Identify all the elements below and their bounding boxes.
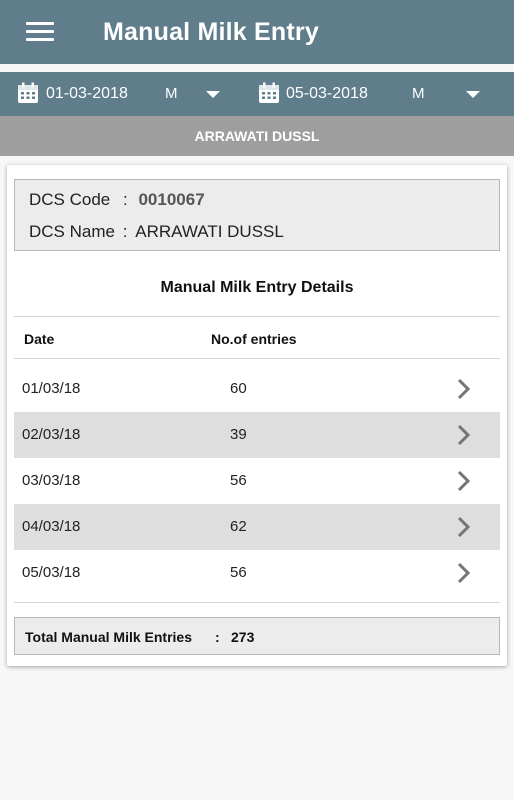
divider: [14, 316, 500, 317]
row-entries: 62: [230, 518, 247, 535]
from-date[interactable]: 01-03-2018: [46, 85, 128, 103]
chevron-right-icon[interactable]: [454, 561, 474, 585]
table-row[interactable]: 01/03/18 60: [14, 366, 500, 412]
row-date: 01/03/18: [22, 380, 81, 397]
chevron-right-icon[interactable]: [454, 377, 474, 401]
menu-icon[interactable]: [26, 22, 54, 42]
row-date: 02/03/18: [22, 426, 81, 443]
row-entries: 56: [230, 564, 247, 581]
total-value: 273: [231, 629, 255, 645]
divider: [14, 602, 500, 603]
table-row[interactable]: 04/03/18 62: [14, 504, 500, 550]
date-filter-bar: 01-03-2018 M 05-03-2018 M: [0, 72, 514, 116]
from-shift-select[interactable]: M: [165, 85, 178, 102]
chevron-right-icon[interactable]: [454, 423, 474, 447]
app-bar: Manual Milk Entry: [0, 0, 514, 64]
row-entries: 56: [230, 472, 247, 489]
dcs-info-box: DCS Code : 0010067 DCS Name : ARRAWATI D…: [14, 179, 500, 251]
dcs-name-label: DCS Name: [29, 222, 115, 241]
dcs-name-value: ARRAWATI DUSSL: [135, 222, 284, 241]
table-row[interactable]: 05/03/18 56: [14, 550, 500, 596]
dcs-name-row: DCS Name : ARRAWATI DUSSL: [29, 222, 284, 242]
details-title: Manual Milk Entry Details: [160, 279, 354, 296]
row-date: 05/03/18: [22, 564, 81, 581]
calendar-icon[interactable]: [17, 82, 39, 104]
chevron-down-icon[interactable]: [206, 91, 220, 98]
chevron-right-icon[interactable]: [454, 515, 474, 539]
row-date: 04/03/18: [22, 518, 81, 535]
row-date: 03/03/18: [22, 472, 81, 489]
dcs-code-row: DCS Code : 0010067: [29, 190, 205, 210]
row-entries: 39: [230, 426, 247, 443]
total-separator: :: [215, 629, 220, 645]
column-header-entries: No.of entries: [211, 331, 297, 347]
table-row[interactable]: 02/03/18 39: [14, 412, 500, 458]
column-header-date: Date: [24, 331, 55, 347]
total-box: Total Manual Milk Entries : 273: [14, 617, 500, 655]
dcs-code-value: 0010067: [138, 190, 205, 209]
dcs-code-separator: :: [123, 190, 128, 209]
society-name-bar: ARRAWATI DUSSL: [0, 116, 514, 156]
chevron-right-icon[interactable]: [454, 469, 474, 493]
details-card: DCS Code : 0010067 DCS Name : ARRAWATI D…: [7, 165, 507, 666]
chevron-down-icon[interactable]: [466, 91, 480, 98]
to-shift-select[interactable]: M: [412, 85, 425, 102]
table-row[interactable]: 03/03/18 56: [14, 458, 500, 504]
dcs-code-label: DCS Code: [29, 190, 111, 209]
page-title: Manual Milk Entry: [103, 18, 319, 46]
dcs-name-separator: :: [122, 222, 128, 241]
total-label: Total Manual Milk Entries: [25, 629, 192, 645]
to-date[interactable]: 05-03-2018: [286, 85, 368, 103]
row-entries: 60: [230, 380, 247, 397]
divider: [14, 358, 500, 359]
calendar-icon[interactable]: [258, 82, 280, 104]
